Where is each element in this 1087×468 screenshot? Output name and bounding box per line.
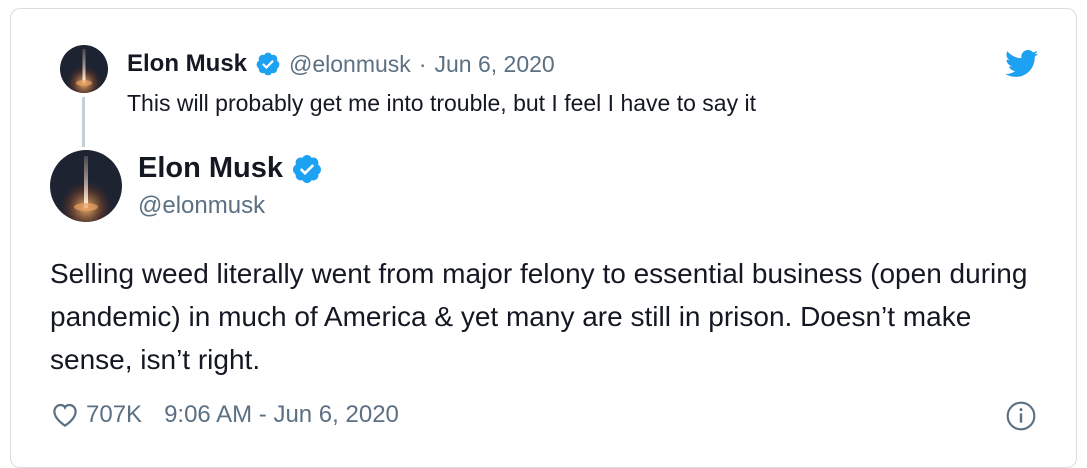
- main-avatar[interactable]: [50, 150, 122, 222]
- parent-author-handle[interactable]: @elonmusk: [289, 51, 411, 78]
- rocket-launch-avatar-image: [50, 150, 122, 222]
- main-tweet-name-row: Elon Musk: [138, 152, 331, 185]
- parent-avatar[interactable]: [60, 45, 108, 93]
- like-count[interactable]: 707K: [86, 401, 142, 429]
- main-author-name[interactable]: Elon Musk: [138, 152, 283, 185]
- parent-tweet-date[interactable]: Jun 6, 2020: [434, 51, 554, 78]
- parent-tweet-header: Elon Musk @elonmusk · Jun 6, 2020: [127, 50, 555, 78]
- rocket-launch-avatar-image: [60, 45, 108, 93]
- header-separator: ·: [418, 50, 427, 77]
- main-tweet-text: Selling weed literally went from major f…: [50, 258, 1028, 375]
- tweet-footer: 707K 9:06 AM - Jun 6, 2020: [50, 400, 399, 430]
- parent-author-name[interactable]: Elon Musk: [127, 50, 247, 78]
- parent-tweet-text: This will probably get me into trouble, …: [127, 90, 756, 116]
- verified-badge-icon: [256, 52, 280, 76]
- verified-badge-icon: [293, 154, 322, 183]
- thread-connector-line: [82, 97, 85, 147]
- tweet-timestamp[interactable]: 9:06 AM - Jun 6, 2020: [164, 401, 399, 429]
- info-icon[interactable]: [1005, 400, 1037, 432]
- main-author-handle[interactable]: @elonmusk: [138, 192, 265, 220]
- twitter-bird-icon[interactable]: [1005, 50, 1039, 78]
- heart-icon[interactable]: [50, 400, 80, 430]
